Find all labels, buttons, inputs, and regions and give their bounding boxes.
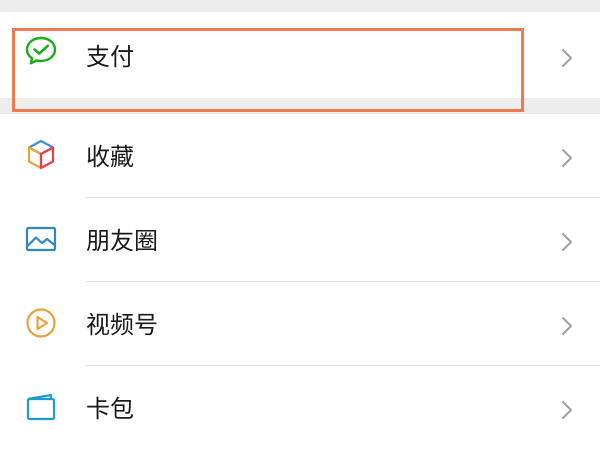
chevron-right-icon [556,146,578,170]
menu-item-label: 视频号 [86,311,158,339]
wechat-pay-icon [24,34,58,68]
menu-item-label: 朋友圈 [86,227,158,255]
chevron-right-icon [556,398,578,422]
chevron-right-icon [556,230,578,254]
channels-play-icon [24,306,58,340]
menu-item-label: 收藏 [86,143,134,171]
chevron-right-icon [556,46,578,70]
main-menu-section: 收藏 朋友圈 视频号 卡包 [0,114,600,450]
menu-item-channels[interactable]: 视频号 [0,282,600,366]
chevron-right-icon [556,314,578,338]
card-wallet-icon [24,390,58,424]
menu-item-favorites[interactable]: 收藏 [0,114,600,198]
menu-item-moments[interactable]: 朋友圈 [0,198,600,282]
top-background-strip [0,0,600,12]
moments-picture-icon [24,222,58,256]
menu-item-label: 支付 [86,43,134,71]
menu-item-pay[interactable]: 支付 [0,12,600,96]
menu-item-label: 卡包 [86,395,134,423]
pay-section: 支付 [0,12,600,98]
favorites-cube-icon [24,138,58,172]
menu-item-card-wallet[interactable]: 卡包 [0,366,600,450]
